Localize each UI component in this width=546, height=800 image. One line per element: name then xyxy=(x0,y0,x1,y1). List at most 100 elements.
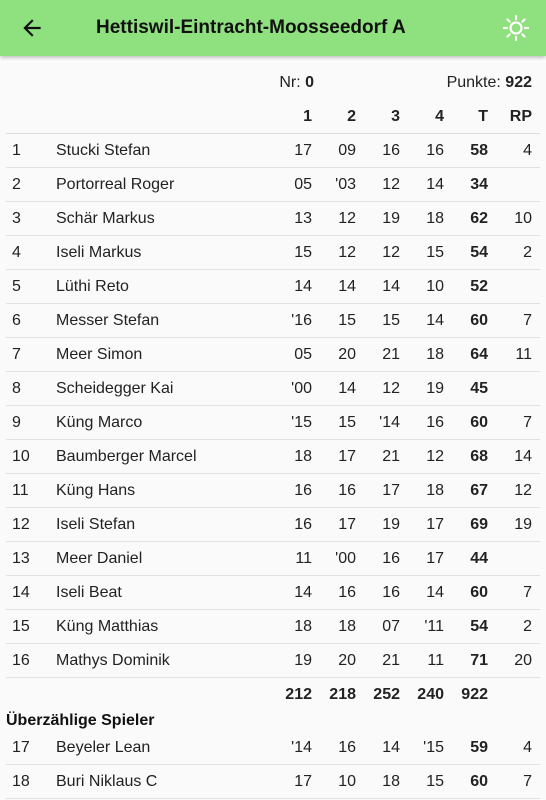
rp-score: 19 xyxy=(514,516,532,533)
column-header-4: 4 xyxy=(435,108,444,125)
team-number: Nr: 0 xyxy=(279,74,314,92)
rank: 1 xyxy=(12,142,21,159)
score-4: 16 xyxy=(426,142,444,159)
page-title: Hettiswil-Eintracht-Moosseedorf A xyxy=(96,17,406,38)
table-row[interactable]: 6 Messer Stefan '16 15 15 14 60 7 xyxy=(6,304,540,338)
table-row[interactable]: 9 Küng Marco '15 15 '14 16 60 7 xyxy=(6,406,540,440)
total-score: 44 xyxy=(470,550,488,567)
player-name: Scheidegger Kai xyxy=(56,380,174,397)
table-row[interactable]: 16 Mathys Dominik 19 20 21 11 71 20 xyxy=(6,644,540,678)
rp-score: 4 xyxy=(523,739,532,756)
rp-score: 2 xyxy=(523,618,532,635)
table-row[interactable]: 7 Meer Simon 05 20 21 18 64 11 xyxy=(6,338,540,372)
score-2: 18 xyxy=(338,618,356,635)
table-row[interactable]: 10 Baumberger Marcel 18 17 21 12 68 14 xyxy=(6,440,540,474)
table-row[interactable]: 15 Küng Matthias 18 18 07 '11 54 2 xyxy=(6,610,540,644)
player-list: 1 Stucki Stefan 17 09 16 16 58 4 2 Portorreal Rog… xyxy=(0,134,546,678)
total-score: 67 xyxy=(470,482,488,499)
column-header-3: 3 xyxy=(391,108,400,125)
rp-score: 2 xyxy=(523,244,532,261)
score-2: 15 xyxy=(338,414,356,431)
score-1: 14 xyxy=(294,278,312,295)
table-header: 1 2 3 4 T RP xyxy=(6,100,540,134)
score-4: 19 xyxy=(426,380,444,397)
punkte-label: Punkte: xyxy=(446,74,501,91)
table-row[interactable]: 3 Schär Markus 13 12 19 18 62 10 xyxy=(6,202,540,236)
table-row[interactable]: 5 Lüthi Reto 14 14 14 10 52 xyxy=(6,270,540,304)
score-4: '11 xyxy=(424,618,444,635)
player-name: Iseli Beat xyxy=(56,584,122,601)
total-score: 58 xyxy=(470,142,488,159)
total-4: 240 xyxy=(417,686,444,703)
table-row[interactable]: 14 Iseli Beat 14 16 16 14 60 7 xyxy=(6,576,540,610)
rank: 3 xyxy=(12,210,21,227)
score-3: 12 xyxy=(382,244,400,261)
total-2: 218 xyxy=(329,686,356,703)
score-2: 20 xyxy=(338,346,356,363)
score-3: 21 xyxy=(382,448,400,465)
table-row[interactable]: 11 Küng Hans 16 16 17 18 67 12 xyxy=(6,474,540,508)
score-3: 19 xyxy=(382,516,400,533)
score-4: 16 xyxy=(426,414,444,431)
table-row[interactable]: 2 Portorreal Roger 05 '03 12 14 34 xyxy=(6,168,540,202)
score-2: 17 xyxy=(338,516,356,533)
score-4: 18 xyxy=(426,482,444,499)
player-name: Meer Daniel xyxy=(56,550,143,567)
rank: 2 xyxy=(12,176,21,193)
total-score: 64 xyxy=(470,346,488,363)
score-2: '03 xyxy=(335,176,356,193)
score-2: 20 xyxy=(338,652,356,669)
table-row[interactable]: 13 Meer Daniel 11 '00 16 17 44 xyxy=(6,542,540,576)
total-score: 34 xyxy=(470,176,488,193)
total-score: 59 xyxy=(470,739,488,756)
rp-score: 7 xyxy=(523,414,532,431)
back-button[interactable] xyxy=(0,0,64,56)
score-1: 05 xyxy=(294,176,312,193)
score-1: 11 xyxy=(295,550,312,567)
punkte-value: 922 xyxy=(505,74,532,91)
score-1: 14 xyxy=(294,584,312,601)
table-row[interactable]: 17 Beyeler Lean '14 16 14 '15 59 4 xyxy=(6,731,540,765)
table-row[interactable]: 1 Stucki Stefan 17 09 16 16 58 4 xyxy=(6,134,540,168)
player-name: Küng Matthias xyxy=(56,618,159,635)
score-3: 16 xyxy=(382,584,400,601)
score-3: 21 xyxy=(382,652,400,669)
column-header-1: 1 xyxy=(303,108,312,125)
score-3: 16 xyxy=(382,142,400,159)
score-table: 1 2 3 4 T RP 1 Stucki Stefan 17 09 16 16 58 4 2 P… xyxy=(0,100,546,712)
theme-toggle-button[interactable] xyxy=(486,0,546,56)
rp-score xyxy=(488,270,532,304)
table-row[interactable]: 12 Iseli Stefan 16 17 19 17 69 19 xyxy=(6,508,540,542)
table-row[interactable]: 8 Scheidegger Kai '00 14 12 19 45 xyxy=(6,372,540,406)
score-3: 19 xyxy=(382,210,400,227)
total-score: 62 xyxy=(470,210,488,227)
total-score: 52 xyxy=(470,278,488,295)
player-name: Mathys Dominik xyxy=(56,652,170,669)
table-row[interactable]: 4 Iseli Markus 15 12 12 15 54 2 xyxy=(6,236,540,270)
score-4: 17 xyxy=(426,516,444,533)
score-4: 18 xyxy=(426,346,444,363)
total-sum: 922 xyxy=(461,686,488,703)
rank: 7 xyxy=(12,346,21,363)
score-2: 12 xyxy=(338,244,356,261)
score-1: '15 xyxy=(291,414,312,431)
score-1: 15 xyxy=(294,244,312,261)
score-2: 14 xyxy=(338,380,356,397)
rank: 13 xyxy=(12,550,30,567)
total-score: 45 xyxy=(470,380,488,397)
player-name: Meer Simon xyxy=(56,346,143,363)
total-score: 60 xyxy=(470,584,488,601)
rp-score: 14 xyxy=(514,448,532,465)
score-3: 15 xyxy=(382,312,400,329)
score-3: 12 xyxy=(382,380,400,397)
rank: 5 xyxy=(12,278,21,295)
column-header-rp: RP xyxy=(509,108,532,125)
rp-score: 7 xyxy=(523,312,532,329)
score-3: 14 xyxy=(382,739,400,756)
rank: 8 xyxy=(12,380,21,397)
score-4: 17 xyxy=(426,550,444,567)
column-header-2: 2 xyxy=(347,108,356,125)
table-row[interactable]: 18 Buri Niklaus C 17 10 18 15 60 7 xyxy=(6,765,540,799)
score-3: 12 xyxy=(382,176,400,193)
score-2: 17 xyxy=(338,448,356,465)
